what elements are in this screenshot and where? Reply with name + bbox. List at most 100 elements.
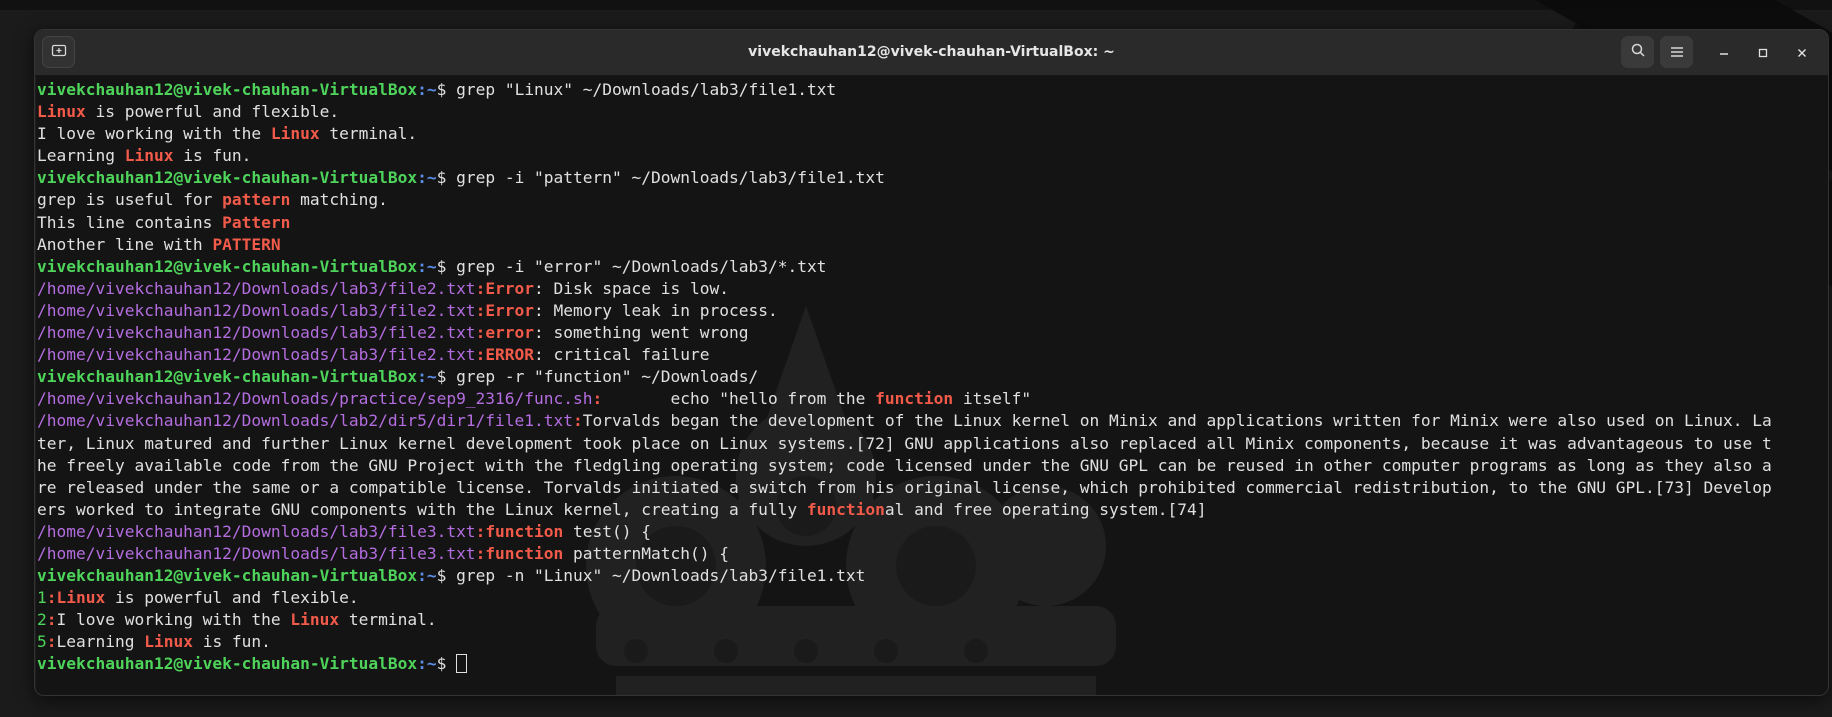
output-text: echo "hello from the (602, 389, 876, 409)
output-line: /home/vivekchauhan12/Downloads/lab3/file… (37, 300, 1817, 322)
output-line: 2:I love working with the Linux terminal… (37, 609, 1817, 631)
output-line: he freely available code from the GNU Pr… (37, 455, 1817, 477)
output-text: terminal. (319, 124, 418, 144)
cursor (456, 654, 468, 674)
file-path: /home/vivekchauhan12/Downloads/practice/… (37, 389, 593, 409)
match-highlight: function (485, 543, 564, 563)
match-highlight: Linux (37, 102, 86, 122)
prompt-user-host: vivekchauhan12@vivek-chauhan-VirtualBox (37, 80, 418, 99)
output-text: ers worked to integrate GNU components w… (37, 499, 807, 519)
title-bar[interactable]: vivekchauhan12@vivek-chauhan-VirtualBox:… (35, 30, 1828, 76)
file-path: /home/vivekchauhan12/Downloads/lab3/file… (37, 543, 476, 563)
match-highlight: Linux (124, 146, 174, 166)
search-button[interactable] (1621, 36, 1654, 68)
command-text: grep -n "Linux" ~/Downloads/lab3/file1.t… (456, 566, 866, 586)
match-highlight: : (475, 323, 486, 343)
hamburger-menu-icon (1670, 43, 1684, 62)
command-text: grep -r "function" ~/Downloads/ (456, 367, 759, 387)
close-button[interactable] (1790, 41, 1814, 65)
output-line: 5:Learning Linux is fun. (37, 631, 1817, 653)
output-text: Another line with (37, 234, 213, 254)
prompt-symbol: $ (436, 566, 457, 586)
prompt-path: :~ (417, 654, 437, 674)
output-line: /home/vivekchauhan12/Downloads/lab3/file… (37, 278, 1817, 300)
match-highlight: function (875, 389, 954, 409)
output-line: /home/vivekchauhan12/Downloads/lab2/dir5… (37, 410, 1817, 432)
match-highlight: : (573, 411, 583, 431)
match-highlight: function (806, 499, 885, 519)
output-text: Learning (37, 146, 125, 166)
prompt-line: vivekchauhan12@vivek-chauhan-VirtualBox:… (37, 167, 1817, 189)
prompt-symbol: $ (436, 80, 457, 99)
prompt-user-host: vivekchauhan12@vivek-chauhan-VirtualBox (37, 654, 418, 674)
output-line: 1:Linux is powerful and flexible. (37, 587, 1817, 609)
match-highlight: : (475, 345, 486, 365)
match-highlight: error (485, 323, 535, 343)
output-text: Learning (56, 632, 145, 652)
file-path: /home/vivekchauhan12/Downloads/lab3/file… (37, 278, 476, 298)
output-line: This line contains Pattern (37, 212, 1817, 234)
command-text: grep -i "error" ~/Downloads/lab3/*.txt (456, 256, 827, 276)
match-highlight: PATTERN (212, 234, 281, 254)
prompt-user-host: vivekchauhan12@vivek-chauhan-VirtualBox (37, 367, 418, 387)
match-highlight: : (475, 278, 486, 298)
prompt-path: :~ (417, 168, 437, 188)
output-text: : critical failure (534, 345, 710, 365)
output-line: /home/vivekchauhan12/Downloads/lab3/file… (37, 322, 1817, 344)
prompt-path: :~ (417, 256, 437, 276)
command-text: grep -i "pattern" ~/Downloads/lab3/file1… (456, 168, 885, 188)
prompt-line: vivekchauhan12@vivek-chauhan-VirtualBox:… (37, 565, 1817, 587)
close-icon (1796, 44, 1808, 63)
match-highlight: pattern (222, 190, 291, 210)
prompt-user-host: vivekchauhan12@vivek-chauhan-VirtualBox (37, 168, 418, 188)
prompt-symbol: $ (436, 168, 457, 188)
match-highlight: function (485, 521, 564, 541)
line-number: 2 (37, 610, 47, 630)
output-text: ter, Linux matured and further Linux ker… (37, 433, 1772, 453)
prompt-path: :~ (417, 367, 437, 387)
menu-button[interactable] (1660, 36, 1693, 68)
output-text: This line contains (37, 212, 223, 232)
minimize-button[interactable] (1712, 41, 1736, 65)
search-icon (1630, 42, 1646, 62)
match-highlight: Error (485, 278, 535, 298)
output-line: ers worked to integrate GNU components w… (37, 499, 1817, 521)
command-text: grep "Linux" ~/Downloads/lab3/file1.txt (456, 80, 837, 99)
output-text: : Memory leak in process. (534, 300, 778, 320)
prompt-symbol: $ (436, 367, 457, 387)
output-line: Another line with PATTERN (37, 234, 1817, 256)
match-highlight: Error (485, 300, 535, 320)
match-highlight: Pattern (222, 212, 291, 232)
output-text: is powerful and flexible. (105, 588, 359, 608)
output-text: is fun. (192, 632, 271, 652)
prompt-path: :~ (417, 80, 437, 99)
prompt-user-host: vivekchauhan12@vivek-chauhan-VirtualBox (37, 256, 418, 276)
match-highlight: Linux (290, 610, 340, 630)
file-path: /home/vivekchauhan12/Downloads/lab3/file… (37, 345, 476, 365)
output-text: : something went wrong (534, 323, 749, 343)
output-text: he freely available code from the GNU Pr… (37, 455, 1772, 475)
match-highlight: : (46, 588, 57, 608)
output-text: : Disk space is low. (534, 278, 729, 298)
minimize-icon (1718, 44, 1730, 63)
terminal-window[interactable]: vivekchauhan12@vivek-chauhan-VirtualBox:… (34, 29, 1829, 696)
match-highlight: : (475, 300, 486, 320)
output-line: I love working with the Linux terminal. (37, 123, 1817, 145)
output-line: /home/vivekchauhan12/Downloads/practice/… (37, 388, 1817, 410)
prompt-line: vivekchauhan12@vivek-chauhan-VirtualBox:… (37, 653, 1817, 675)
output-text: al and free operating system.[74] (884, 499, 1207, 519)
file-path: /home/vivekchauhan12/Downloads/lab3/file… (37, 300, 476, 320)
prompt-user-host: vivekchauhan12@vivek-chauhan-VirtualBox (37, 566, 418, 586)
output-text: Torvalds began the development of the Li… (582, 411, 1772, 431)
output-line: /home/vivekchauhan12/Downloads/lab3/file… (37, 521, 1817, 543)
match-highlight: Linux (144, 632, 193, 652)
terminal-output[interactable]: vivekchauhan12@vivek-chauhan-VirtualBox:… (36, 76, 1828, 695)
output-text: itself" (953, 389, 1032, 409)
maximize-button[interactable] (1751, 41, 1775, 65)
file-path: /home/vivekchauhan12/Downloads/lab3/file… (37, 323, 476, 343)
prompt-line: vivekchauhan12@vivek-chauhan-VirtualBox:… (37, 256, 1817, 278)
match-highlight: : (475, 521, 486, 541)
output-line: ter, Linux matured and further Linux ker… (37, 433, 1817, 455)
output-line: /home/vivekchauhan12/Downloads/lab3/file… (37, 543, 1817, 565)
file-path: /home/vivekchauhan12/Downloads/lab3/file… (37, 521, 476, 541)
